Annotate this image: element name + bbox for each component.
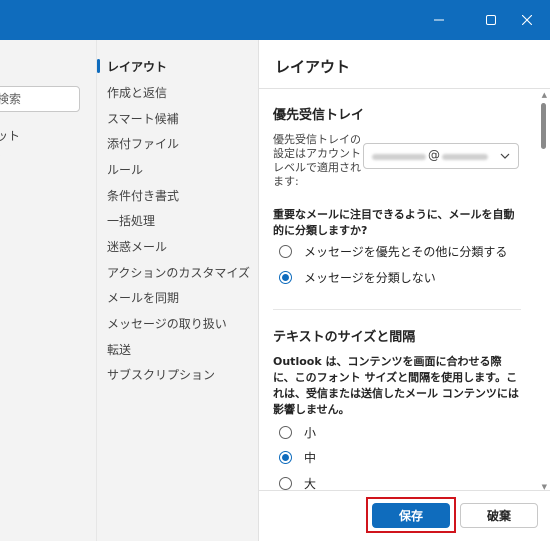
radio-label: メッセージを優先とその他に分類する <box>304 245 508 259</box>
nav-item-smart-suggestions[interactable]: スマート候補 <box>107 110 179 127</box>
radio-size-small[interactable]: 小 <box>279 424 316 441</box>
radio-label: メッセージを分類しない <box>304 271 436 285</box>
save-button[interactable]: 保存 <box>372 503 450 528</box>
nav-item-forwarding[interactable]: 転送 <box>107 341 131 358</box>
focused-inbox-question: 重要なメールに注目できるように、メールを自動的に分類しますか? <box>273 208 515 237</box>
text-size-title: テキストのサイズと間隔 <box>273 330 416 345</box>
account-level-label: 優先受信トレイの設定はアカウントレベルで適用されます: <box>273 133 361 188</box>
minimize-button[interactable] <box>416 0 462 40</box>
radio-size-medium[interactable]: 中 <box>279 449 316 466</box>
nav-item-compose-reply[interactable]: 作成と返信 <box>107 84 167 101</box>
radio-dont-sort[interactable]: メッセージを分類しない <box>279 269 436 286</box>
close-icon <box>522 15 532 25</box>
settings-category-pane: 検索 ット / <box>0 40 97 541</box>
nav-item-sync-email[interactable]: メールを同期 <box>107 289 179 306</box>
redacted-account-domain <box>442 154 488 160</box>
radio-label: 小 <box>304 426 317 440</box>
section-divider <box>273 309 521 310</box>
page-title: レイアウト <box>275 58 351 76</box>
chevron-down-icon <box>500 153 510 159</box>
radio-button[interactable] <box>279 451 292 464</box>
nav-item-attachments[interactable]: 添付ファイル <box>107 135 179 152</box>
radio-button[interactable] <box>279 271 292 284</box>
settings-scroll-area[interactable]: 優先受信トレイ 優先受信トレイの設定はアカウントレベルで適用されます: @ 重要… <box>259 89 550 493</box>
radio-button[interactable] <box>279 245 292 258</box>
nav-item-rules[interactable]: ルール <box>107 161 143 178</box>
nav-item-layout[interactable]: レイアウト <box>107 58 167 75</box>
nav-item-customize-actions[interactable]: アクションのカスタマイズ <box>107 264 250 281</box>
active-nav-indicator <box>97 59 100 73</box>
nav-item-sweep[interactable]: 一括処理 <box>107 212 155 229</box>
account-dropdown[interactable]: @ <box>363 143 519 169</box>
maximize-icon <box>486 15 496 25</box>
settings-content-pane: レイアウト 優先受信トレイ 優先受信トレイの設定はアカウントレベルで適用されます… <box>258 40 550 541</box>
nav-item-message-handling[interactable]: メッセージの取り扱い <box>107 315 227 332</box>
nav-item-junk-email[interactable]: 迷惑メール <box>107 238 167 255</box>
text-size-description: Outlook は、コンテンツを画面に合わせる際に、このフォント サイズと間隔を… <box>273 355 519 416</box>
close-button[interactable] <box>504 0 550 40</box>
nav-item-conditional-formatting[interactable]: 条件付き書式 <box>107 187 179 204</box>
settings-search-input[interactable]: 検索 <box>0 86 80 112</box>
settings-subnav: レイアウト 作成と返信 スマート候補 添付ファイル ルール 条件付き書式 一括処… <box>97 40 258 541</box>
discard-button[interactable]: 破棄 <box>460 503 538 528</box>
scroll-up-arrow-icon[interactable]: ▲ <box>542 91 547 99</box>
radio-button[interactable] <box>279 477 292 490</box>
category-item[interactable]: ット <box>0 127 20 144</box>
account-at-sign: @ <box>428 148 440 162</box>
title-bar <box>0 0 550 40</box>
focused-inbox-title: 優先受信トレイ <box>273 108 365 123</box>
nav-item-subscriptions[interactable]: サブスクリプション <box>107 366 215 383</box>
redacted-account-name <box>372 154 426 160</box>
radio-label: 中 <box>304 451 317 465</box>
scrollbar-thumb[interactable] <box>541 103 546 149</box>
radio-sort-focused-other[interactable]: メッセージを優先とその他に分類する <box>279 243 507 260</box>
radio-button[interactable] <box>279 426 292 439</box>
minimize-icon <box>434 19 444 21</box>
